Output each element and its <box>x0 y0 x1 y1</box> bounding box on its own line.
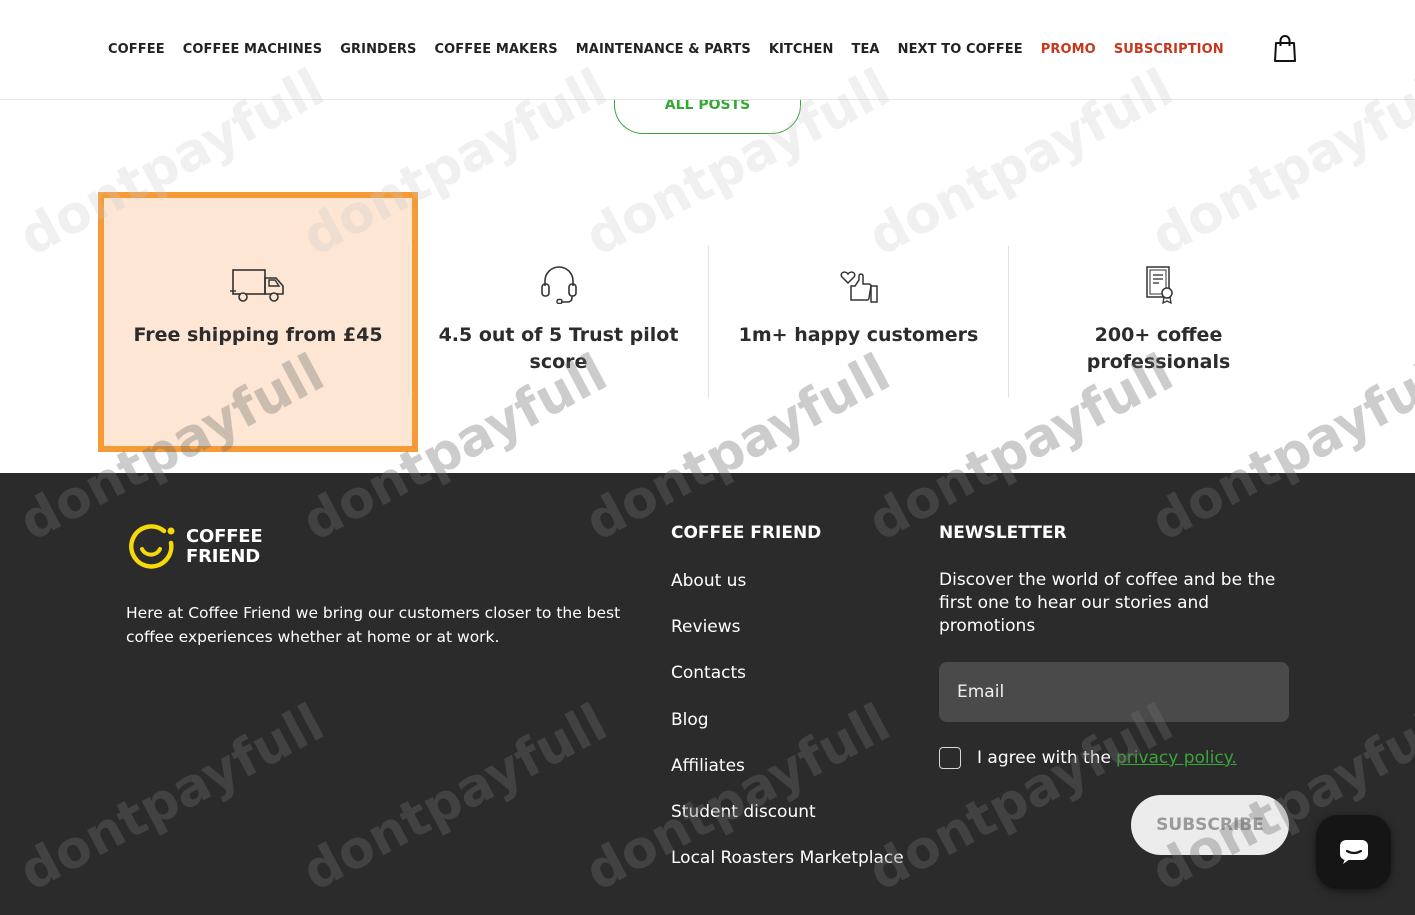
footer-link-reviews[interactable]: Reviews <box>671 615 904 661</box>
nav-item-grinders[interactable]: GRINDERS <box>340 42 416 57</box>
footer-link-affiliates[interactable]: Affiliates <box>671 754 904 800</box>
feature-text: Free shipping from £45 <box>133 324 383 346</box>
nav-item-coffee-makers[interactable]: COFFEE MAKERS <box>435 42 558 57</box>
features-row: Free shipping from £45 4.5 out of 5 Trus… <box>108 246 1308 398</box>
feature-text: 1m+ happy customers <box>738 324 979 346</box>
site-footer: COFFEE FRIEND Here at Coffee Friend we br… <box>0 473 1415 915</box>
site-header: COFFEE COFFEE MACHINES GRINDERS COFFEE MAKE… <box>0 0 1415 100</box>
truck-icon <box>230 269 284 302</box>
feature-free-shipping: Free shipping from £45 <box>108 246 408 398</box>
privacy-agreement: I agree with the privacy policy. <box>939 747 1237 769</box>
footer-link-local-roasters-marketplace[interactable]: Local Roasters Marketplace <box>671 846 904 892</box>
email-input[interactable] <box>939 662 1289 722</box>
nav-item-subscription[interactable]: SUBSCRIPTION <box>1114 42 1224 57</box>
shopping-bag-icon <box>1274 35 1296 62</box>
footer-links: About us Reviews Contacts Blog Affiliates Stu… <box>671 569 904 892</box>
privacy-policy-link[interactable]: privacy policy. <box>1116 748 1237 768</box>
nav-item-next-to-coffee[interactable]: NEXT TO COFFEE <box>898 42 1023 57</box>
feature-happy-customers: 1m+ happy customers <box>708 246 1008 398</box>
nav-item-promo[interactable]: PROMO <box>1041 42 1096 57</box>
footer-link-about-us[interactable]: About us <box>671 569 904 615</box>
thumbs-up-heart-icon <box>840 271 878 303</box>
nav-item-coffee[interactable]: COFFEE <box>108 42 165 57</box>
certificate-icon <box>1145 266 1173 304</box>
newsletter-description: Discover the world of coffee and be the … <box>939 570 1276 636</box>
about-text: Here at Coffee Friend we bring our custo… <box>126 604 621 646</box>
feature-trustpilot: 4.5 out of 5 Trust pilot score <box>408 246 708 398</box>
logo-text: COFFEE FRIEND <box>186 526 263 567</box>
privacy-checkbox[interactable] <box>939 747 961 769</box>
chat-button[interactable] <box>1316 815 1391 889</box>
footer-link-student-discount[interactable]: Student discount <box>671 800 904 846</box>
logo-mark-icon <box>129 524 175 569</box>
feature-text: 200+ coffee professionals <box>1086 324 1231 373</box>
links-title: COFFEE FRIEND <box>671 523 822 543</box>
headset-icon <box>540 266 577 304</box>
cart-button[interactable] <box>1272 34 1298 64</box>
chat-icon <box>1339 840 1368 864</box>
feature-professionals: 200+ coffee professionals <box>1008 246 1308 398</box>
feature-text: 4.5 out of 5 Trust pilot score <box>438 324 679 373</box>
nav-item-tea[interactable]: TEA <box>851 42 879 57</box>
agree-text: I agree with the <box>977 748 1111 768</box>
nav-item-coffee-machines[interactable]: COFFEE MACHINES <box>183 42 323 57</box>
nav-item-maintenance-parts[interactable]: MAINTENANCE & PARTS <box>576 42 751 57</box>
footer-link-blog[interactable]: Blog <box>671 708 904 754</box>
main-nav: COFFEE COFFEE MACHINES GRINDERS COFFEE MAKE… <box>108 42 1224 57</box>
coffee-friend-logo[interactable]: COFFEE FRIEND <box>128 523 268 573</box>
newsletter-title: NEWSLETTER <box>939 523 1067 543</box>
subscribe-button[interactable]: SUBSCRIBE <box>1131 795 1289 855</box>
nav-item-kitchen[interactable]: KITCHEN <box>769 42 834 57</box>
footer-link-contacts[interactable]: Contacts <box>671 661 904 707</box>
